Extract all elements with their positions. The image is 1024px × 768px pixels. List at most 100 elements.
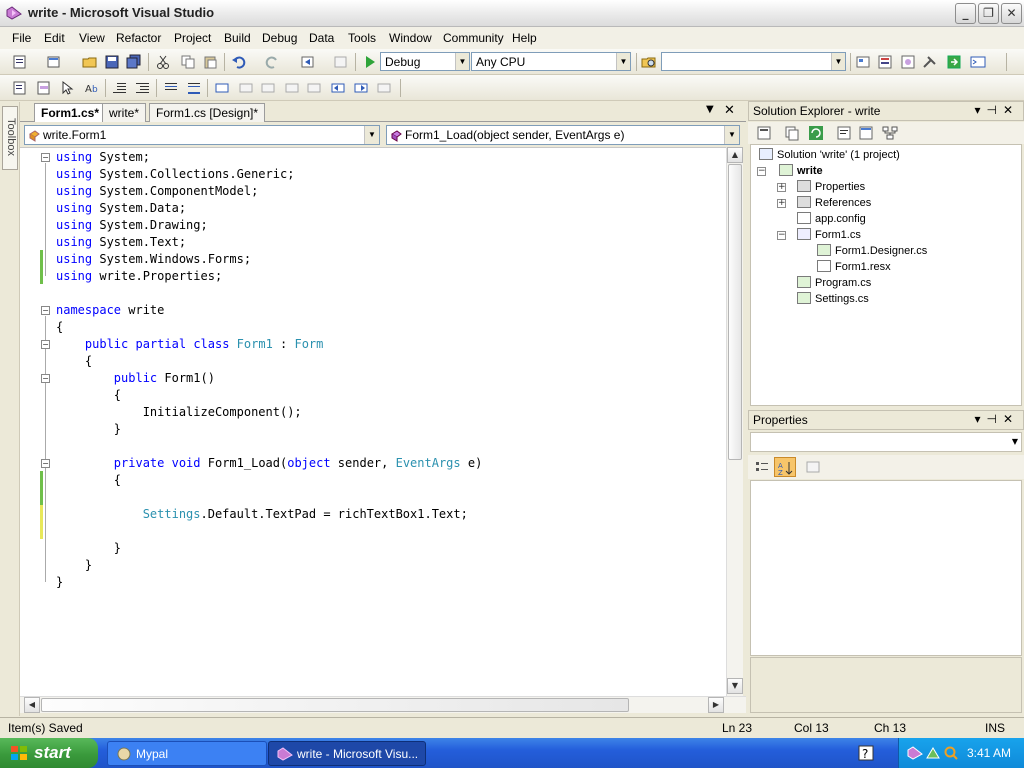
comment-lines-icon[interactable] (163, 80, 179, 96)
decrease-indent-icon[interactable] (112, 80, 128, 96)
undo-icon[interactable] (231, 54, 247, 70)
chevron-down-icon[interactable]: ▼ (616, 53, 630, 70)
properties-window-icon[interactable] (877, 54, 893, 70)
next-bookmark-in-folder-icon[interactable] (306, 80, 322, 96)
panel-controls[interactable]: ▾⊣✕ (974, 412, 1019, 426)
find-combo[interactable]: ▼ (661, 52, 846, 71)
categorized-icon[interactable] (754, 459, 770, 475)
redo-icon[interactable] (264, 54, 280, 70)
menu-file[interactable]: File (12, 31, 31, 45)
clear-bookmarks-icon[interactable] (376, 80, 392, 96)
tab-write[interactable]: write* (102, 103, 147, 122)
menu-refactor[interactable]: Refactor (116, 31, 161, 45)
tree-project[interactable]: write (779, 163, 823, 179)
scroll-right-icon[interactable]: ▶ (708, 697, 724, 713)
vertical-scrollbar[interactable]: ▲ ▼ (726, 147, 743, 696)
window-list-chevron-icon[interactable]: ▼ (706, 104, 714, 115)
save-icon[interactable] (104, 54, 120, 70)
find-in-files-icon[interactable] (641, 54, 657, 70)
view-code-icon[interactable] (836, 125, 852, 141)
menu-project[interactable]: Project (174, 31, 211, 45)
refresh-icon[interactable] (808, 125, 824, 141)
start-debugging-icon[interactable] (362, 54, 378, 70)
property-pages-icon[interactable] (805, 459, 821, 475)
chevron-down-icon[interactable]: ▼ (831, 53, 845, 70)
help-icon[interactable]: ? (858, 745, 874, 761)
start-button[interactable]: start (0, 738, 98, 768)
collapse-icon[interactable]: − (41, 340, 50, 349)
show-all-files-icon[interactable] (784, 125, 800, 141)
menu-data[interactable]: Data (309, 31, 334, 45)
class-select[interactable]: write.Form1 ▼ (24, 125, 380, 145)
start-page-icon[interactable] (946, 54, 962, 70)
view-designer-icon[interactable] (858, 125, 874, 141)
menu-community[interactable]: Community (443, 31, 504, 45)
chevron-down-icon[interactable]: ▼ (724, 126, 739, 144)
chevron-down-icon[interactable]: ▼ (455, 53, 469, 70)
tab-form1-cs[interactable]: Form1.cs* (34, 103, 107, 122)
next-bookmark-in-document-icon[interactable] (353, 80, 369, 96)
scroll-left-icon[interactable]: ◀ (24, 697, 40, 713)
tree-properties[interactable]: Properties (797, 179, 865, 195)
next-bookmark-icon[interactable] (260, 80, 276, 96)
properties-object-select[interactable]: ▼ (750, 432, 1022, 452)
collapse-icon[interactable]: − (777, 231, 786, 240)
restore-button[interactable]: ❐ (978, 3, 999, 24)
collapse-icon[interactable]: − (41, 306, 50, 315)
add-item-icon[interactable] (46, 54, 62, 70)
menu-edit[interactable]: Edit (44, 31, 65, 45)
new-project-icon[interactable] (12, 54, 28, 70)
task-mypal[interactable]: Mypal (107, 741, 267, 766)
previous-bookmark-icon[interactable] (238, 80, 254, 96)
tab-form1-design[interactable]: Form1.cs [Design]* (149, 103, 266, 122)
scroll-thumb[interactable] (41, 698, 629, 712)
solution-configuration-select[interactable]: Debug ▼ (380, 52, 470, 71)
collapse-icon[interactable]: − (41, 459, 50, 468)
menu-build[interactable]: Build (224, 31, 251, 45)
expand-icon[interactable]: + (777, 199, 786, 208)
chevron-down-icon[interactable]: ▼ (364, 126, 379, 144)
panel-controls[interactable]: ▾⊣✕ (974, 103, 1019, 117)
copy-icon[interactable] (180, 54, 196, 70)
tree-form1-designer[interactable]: Form1.Designer.cs (817, 243, 927, 259)
menu-tools[interactable]: Tools (348, 31, 376, 45)
tree-program-cs[interactable]: Program.cs (797, 275, 871, 291)
paste-icon[interactable] (202, 54, 218, 70)
scroll-thumb[interactable] (728, 164, 742, 460)
horizontal-scrollbar[interactable]: ◀ ▶ (20, 696, 746, 713)
network-icon[interactable] (925, 745, 941, 761)
uncomment-lines-icon[interactable] (186, 80, 202, 96)
toolbar-grip[interactable] (1006, 53, 1007, 71)
tree-settings-cs[interactable]: Settings.cs (797, 291, 869, 307)
menu-window[interactable]: Window (389, 31, 432, 45)
previous-bookmark-in-folder-icon[interactable] (284, 80, 300, 96)
quick-info-icon[interactable] (60, 80, 76, 96)
collapse-icon[interactable]: − (757, 167, 766, 176)
save-all-icon[interactable] (126, 54, 142, 70)
open-file-icon[interactable] (82, 54, 98, 70)
solution-explorer-icon[interactable] (855, 54, 871, 70)
minimize-button[interactable]: _ (955, 3, 976, 24)
collapse-icon[interactable]: − (41, 153, 50, 162)
tree-solution[interactable]: Solution 'write' (1 project) (759, 147, 900, 163)
close-window-button[interactable]: ✕ (1001, 3, 1022, 24)
menu-help[interactable]: Help (512, 31, 537, 45)
navigate-forward-icon[interactable] (333, 54, 349, 70)
cut-icon[interactable] (155, 54, 171, 70)
collapse-icon[interactable]: − (41, 374, 50, 383)
toolbox-tab[interactable]: Toolbox (2, 106, 18, 170)
scroll-down-icon[interactable]: ▼ (727, 678, 743, 694)
previous-bookmark-in-document-icon[interactable] (330, 80, 346, 96)
alphabetical-button[interactable]: AZ (774, 457, 796, 477)
menu-view[interactable]: View (79, 31, 105, 45)
chevron-down-icon[interactable]: ▼ (1012, 437, 1018, 446)
object-member-list-icon[interactable] (12, 80, 28, 96)
navigate-backward-icon[interactable] (300, 54, 316, 70)
scroll-up-icon[interactable]: ▲ (727, 147, 743, 163)
tree-form1-resx[interactable]: Form1.resx (817, 259, 891, 275)
close-document-icon[interactable]: ✕ (724, 103, 735, 118)
toggle-bookmark-icon[interactable] (214, 80, 230, 96)
member-select[interactable]: Form1_Load(object sender, EventArgs e) ▼ (386, 125, 740, 145)
object-browser-icon[interactable] (900, 54, 916, 70)
properties-icon[interactable] (756, 125, 772, 141)
